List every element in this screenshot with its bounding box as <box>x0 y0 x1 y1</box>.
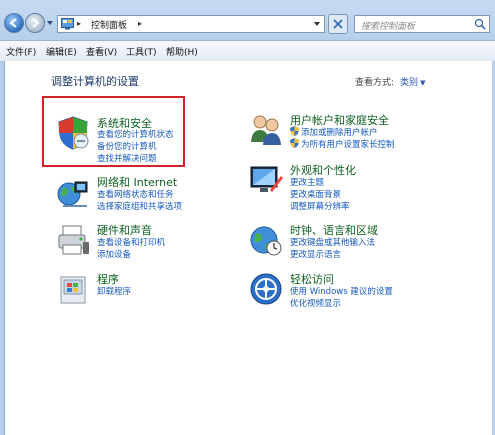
category-clock-language-region: 时钟、语言和区域 更改键盘或其他输入法 更改显示语言 <box>248 222 418 262</box>
search-box[interactable]: 搜索控制面板 <box>354 15 490 33</box>
search-icon[interactable] <box>474 18 486 30</box>
link-change-display-language[interactable]: 更改显示语言 <box>290 248 341 260</box>
view-by-dropdown-icon[interactable]: ▼ <box>420 79 425 87</box>
page-title: 调整计算机的设置 <box>51 75 139 88</box>
control-panel-icon <box>61 18 74 30</box>
link-change-input-method[interactable]: 更改键盘或其他输入法 <box>290 236 375 248</box>
link-add-device[interactable]: 添加设备 <box>97 248 131 260</box>
breadcrumb-separator[interactable]: ▸ <box>77 19 81 28</box>
users-icon[interactable] <box>248 112 284 148</box>
category-appearance: 外观和个性化 更改主题 更改桌面背景 调整屏幕分辨率 <box>248 162 418 212</box>
programs-icon[interactable] <box>55 271 91 307</box>
link-change-theme[interactable]: 更改主题 <box>290 176 324 188</box>
category-network-internet: 网络和 Internet 查看网络状态和任务 选择家庭组和共享选项 <box>55 174 205 214</box>
appearance-icon[interactable] <box>248 162 284 198</box>
address-dropdown-icon[interactable] <box>313 20 321 28</box>
ease-of-access-icon[interactable] <box>248 271 284 307</box>
back-button[interactable] <box>4 13 24 33</box>
category-user-accounts: 用户帐户和家庭安全 添加或删除用户帐户 为所有用户设置家长控制 <box>248 112 418 152</box>
forward-button[interactable] <box>25 13 45 33</box>
menu-bar: 文件(F) 编辑(E) 查看(V) 工具(T) 帮助(H) <box>0 40 495 62</box>
link-adjust-resolution[interactable]: 调整屏幕分辨率 <box>290 200 350 212</box>
link-text[interactable]: 添加或删除用户帐户 <box>301 128 378 138</box>
link-change-background[interactable]: 更改桌面背景 <box>290 188 341 200</box>
link-devices-printers[interactable]: 查看设备和打印机 <box>97 236 165 248</box>
uac-shield-icon <box>290 126 299 136</box>
address-bar[interactable]: ▸ 控制面板 ▸ <box>57 15 325 33</box>
link-text[interactable]: 为所有用户设置家长控制 <box>301 140 395 150</box>
link-add-remove-accounts[interactable]: 添加或删除用户帐户 <box>290 126 378 138</box>
globe-network-icon[interactable] <box>55 174 91 210</box>
printer-icon[interactable] <box>55 222 91 258</box>
highlight-box <box>42 96 185 167</box>
menu-view[interactable]: 查看(V) <box>86 45 117 58</box>
window-frame: ▸ 控制面板 ▸ 搜索控制面板 文件(F) 编辑(E) 查看(V) 工具(T) … <box>0 0 495 435</box>
view-by-label: 查看方式: <box>355 78 395 88</box>
search-placeholder: 搜索控制面板 <box>361 22 416 32</box>
refresh-icon[interactable] <box>328 14 348 34</box>
menu-edit[interactable]: 编辑(E) <box>46 45 77 58</box>
back-arrow-icon <box>9 18 17 28</box>
uac-shield-icon <box>290 138 299 148</box>
link-view-network-status[interactable]: 查看网络状态和任务 <box>97 188 174 200</box>
history-dropdown-icon[interactable] <box>46 19 54 27</box>
category-ease-of-access: 轻松访问 使用 Windows 建议的设置 优化视频显示 <box>248 271 438 311</box>
breadcrumb-separator[interactable]: ▸ <box>138 19 142 28</box>
breadcrumb-control-panel[interactable]: 控制面板 <box>91 18 127 31</box>
forward-arrow-icon <box>32 18 40 28</box>
link-optimize-display[interactable]: 优化视频显示 <box>290 297 341 309</box>
category-programs: 程序 卸载程序 <box>55 271 205 307</box>
link-recommended-settings[interactable]: 使用 Windows 建议的设置 <box>290 285 393 297</box>
control-panel-content: 调整计算机的设置 查看方式: 类别 ▼ 系统和安全 查看您的计算机状态 备份您的计算… <box>4 61 492 435</box>
view-by-value[interactable]: 类别 <box>400 78 418 88</box>
menu-tools[interactable]: 工具(T) <box>126 45 157 58</box>
navigation-bar: ▸ 控制面板 ▸ 搜索控制面板 <box>0 0 495 40</box>
menu-file[interactable]: 文件(F) <box>6 45 36 58</box>
view-by-control[interactable]: 查看方式: 类别 ▼ <box>355 75 425 88</box>
menu-help[interactable]: 帮助(H) <box>166 45 198 58</box>
category-hardware-sound: 硬件和声音 查看设备和打印机 添加设备 <box>55 222 205 262</box>
clock-globe-icon[interactable] <box>248 222 284 258</box>
link-parental-controls[interactable]: 为所有用户设置家长控制 <box>290 138 395 150</box>
link-uninstall-program[interactable]: 卸载程序 <box>97 285 131 297</box>
link-homegroup-sharing[interactable]: 选择家庭组和共享选项 <box>97 200 182 212</box>
